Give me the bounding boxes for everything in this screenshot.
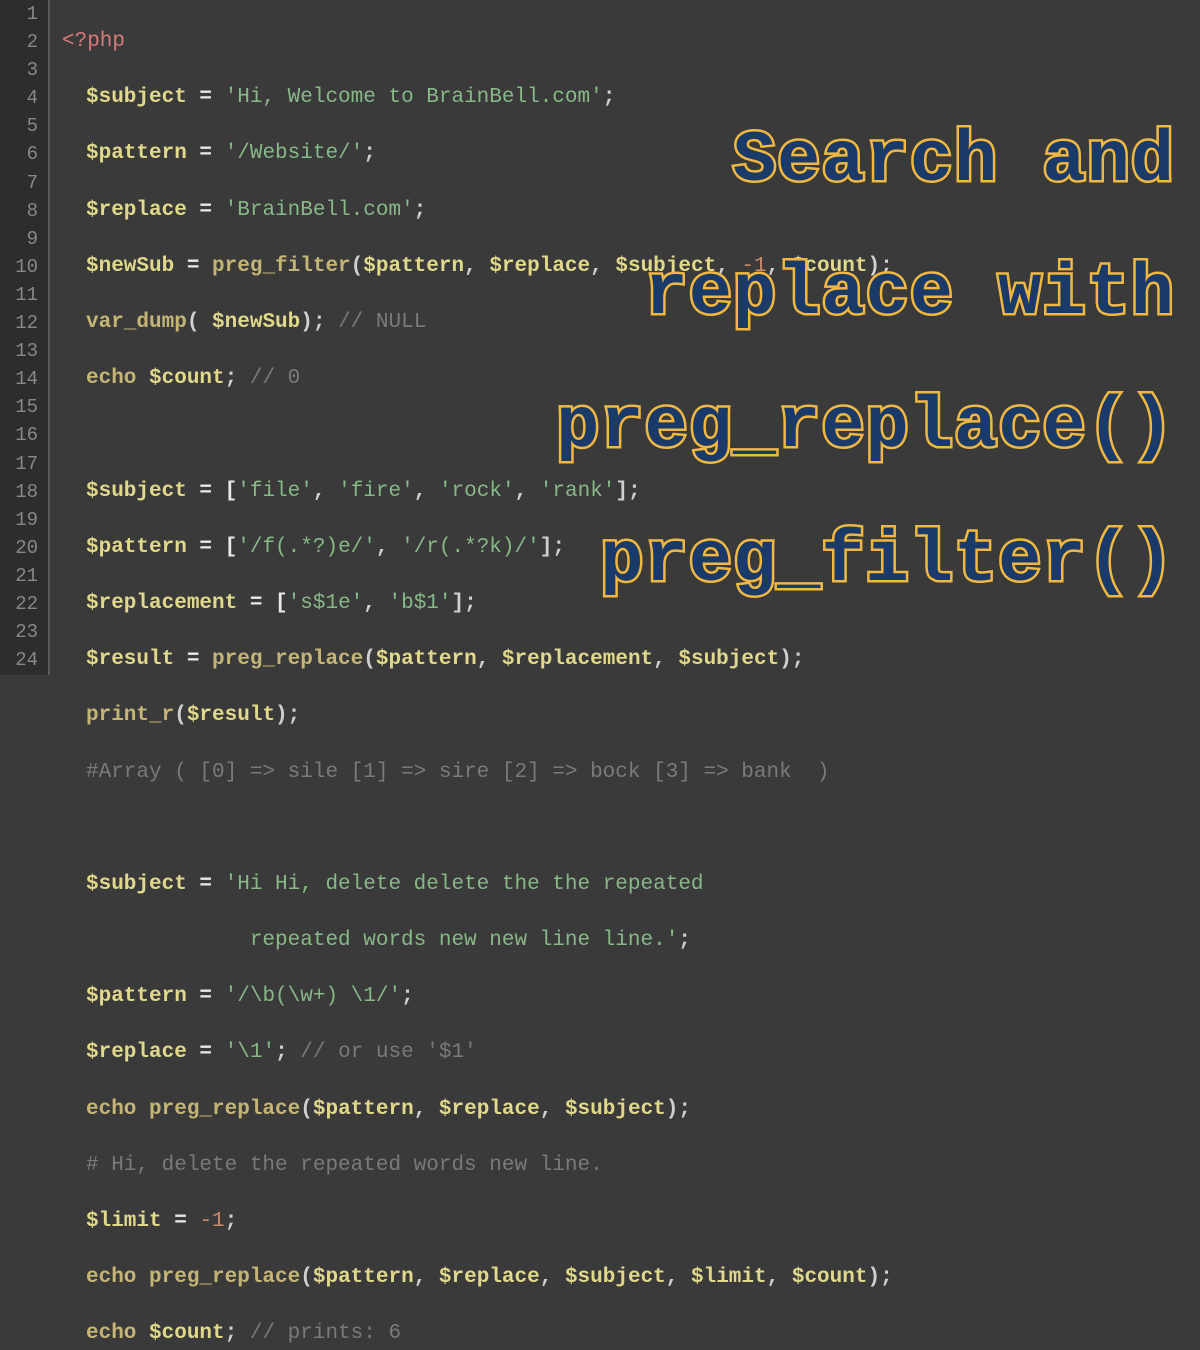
code-line: $replace = 'BrainBell.com'; bbox=[62, 197, 1200, 225]
line-number: 21 bbox=[0, 562, 38, 590]
line-number: 13 bbox=[0, 337, 38, 365]
code-line: var_dump( $newSub); // NULL bbox=[62, 309, 1200, 337]
line-number: 9 bbox=[0, 225, 38, 253]
code-line: repeated words new new line line.'; bbox=[62, 927, 1200, 955]
code-line: $pattern = '/Website/'; bbox=[62, 140, 1200, 168]
line-number: 20 bbox=[0, 534, 38, 562]
code-editor: 1 2 3 4 5 6 7 8 9 10 11 12 13 14 15 16 1… bbox=[0, 0, 1200, 675]
line-number: 24 bbox=[0, 646, 38, 674]
code-line: echo preg_replace($pattern, $replace, $s… bbox=[62, 1096, 1200, 1124]
code-line bbox=[62, 815, 1200, 843]
line-number: 11 bbox=[0, 281, 38, 309]
code-line: # Hi, delete the repeated words new line… bbox=[62, 1152, 1200, 1180]
line-number: 18 bbox=[0, 478, 38, 506]
line-number: 1 bbox=[0, 0, 38, 28]
code-line: echo $count; // prints: 6 bbox=[62, 1320, 1200, 1348]
code-line: $subject = 'Hi Hi, delete delete the the… bbox=[62, 871, 1200, 899]
line-number: 6 bbox=[0, 140, 38, 168]
code-line: <?php bbox=[62, 28, 1200, 56]
code-line: $replacement = ['s$1e', 'b$1']; bbox=[62, 590, 1200, 618]
line-number: 7 bbox=[0, 169, 38, 197]
code-line: $replace = '\1'; // or use '$1' bbox=[62, 1039, 1200, 1067]
line-number: 22 bbox=[0, 590, 38, 618]
line-number: 15 bbox=[0, 393, 38, 421]
code-line: print_r($result); bbox=[62, 702, 1200, 730]
line-number: 12 bbox=[0, 309, 38, 337]
code-line: echo $count; // 0 bbox=[62, 365, 1200, 393]
line-number: 10 bbox=[0, 253, 38, 281]
line-number: 23 bbox=[0, 618, 38, 646]
code-line: $newSub = preg_filter($pattern, $replace… bbox=[62, 253, 1200, 281]
code-line: $pattern = '/\b(\w+) \1/'; bbox=[62, 983, 1200, 1011]
code-line: $subject = 'Hi, Welcome to BrainBell.com… bbox=[62, 84, 1200, 112]
code-line: $limit = -1; bbox=[62, 1208, 1200, 1236]
line-number: 3 bbox=[0, 56, 38, 84]
line-number: 14 bbox=[0, 365, 38, 393]
line-number: 5 bbox=[0, 112, 38, 140]
line-number: 4 bbox=[0, 84, 38, 112]
code-line: $pattern = ['/f(.*?)e/', '/r(.*?k)/']; bbox=[62, 534, 1200, 562]
code-area[interactable]: <?php $subject = 'Hi, Welcome to BrainBe… bbox=[50, 0, 1200, 675]
line-number: 19 bbox=[0, 506, 38, 534]
line-number-gutter: 1 2 3 4 5 6 7 8 9 10 11 12 13 14 15 16 1… bbox=[0, 0, 50, 675]
code-line: #Array ( [0] => sile [1] => sire [2] => … bbox=[62, 759, 1200, 787]
code-line: $result = preg_replace($pattern, $replac… bbox=[62, 646, 1200, 674]
line-number: 17 bbox=[0, 450, 38, 478]
line-number: 2 bbox=[0, 28, 38, 56]
php-open-tag: <?php bbox=[62, 30, 125, 53]
code-line bbox=[62, 421, 1200, 449]
code-line: echo preg_replace($pattern, $replace, $s… bbox=[62, 1264, 1200, 1292]
line-number: 16 bbox=[0, 421, 38, 449]
line-number: 8 bbox=[0, 197, 38, 225]
code-line: $subject = ['file', 'fire', 'rock', 'ran… bbox=[62, 478, 1200, 506]
